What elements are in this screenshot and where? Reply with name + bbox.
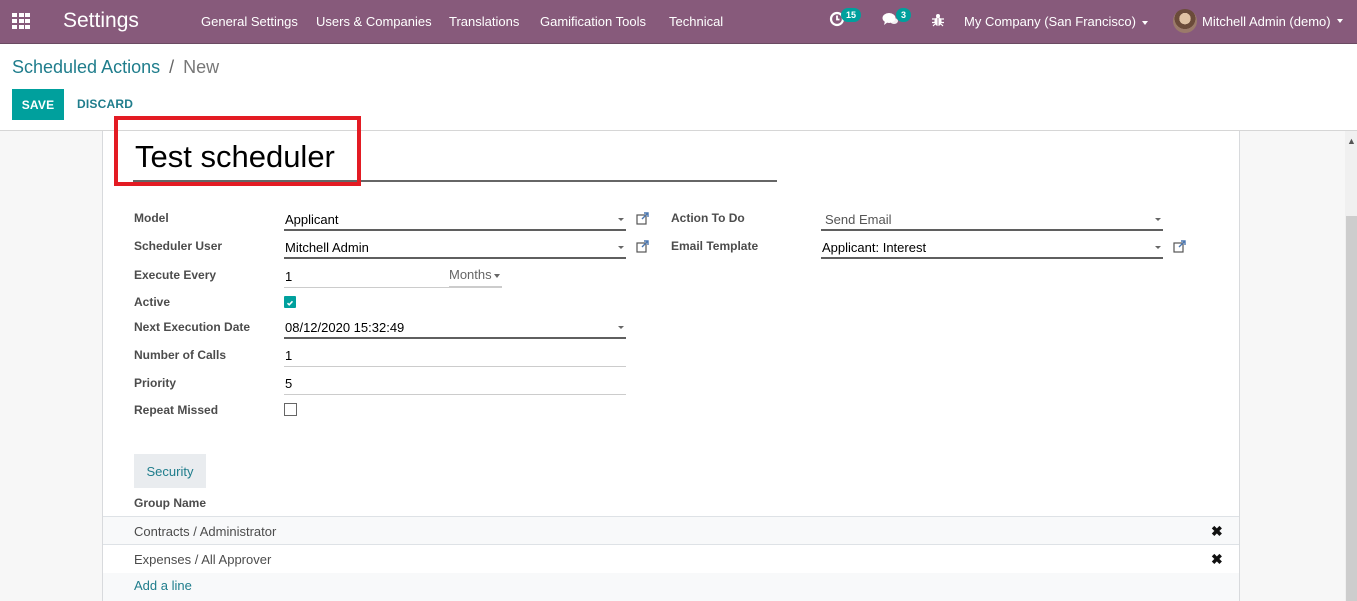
repeat-missed-label: Repeat Missed [134,403,219,417]
menu-users-companies[interactable]: Users & Companies [316,14,432,29]
breadcrumb-separator: / [169,57,175,77]
menu-gamification-tools[interactable]: Gamification Tools [540,14,646,29]
bug-icon [932,14,944,27]
discard-button[interactable]: DISCARD [77,97,133,111]
menu-translations[interactable]: Translations [449,14,519,29]
scheduler-user-label: Scheduler User [134,239,223,253]
app-title: Settings [63,9,139,32]
group-name-cell: Contracts / Administrator [134,524,277,539]
caret-down-icon [1336,19,1343,23]
name-input[interactable]: Test scheduler [133,138,777,182]
dropdown-caret-icon[interactable] [618,326,624,329]
user-avatar [1173,9,1197,33]
activity-count-badge: 15 [841,8,862,22]
number-of-calls-label: Number of Calls [134,348,227,362]
scrollbar-thumb[interactable] [1346,216,1357,601]
table-row[interactable]: Expenses / All Approver ✖ [103,545,1239,573]
tab-security[interactable]: Security [134,454,206,488]
breadcrumb: Scheduled Actions / New [12,57,219,78]
interval-number-field[interactable]: 1 [284,266,444,288]
email-template-label: Email Template [671,239,759,253]
interval-number-value: 1 [285,269,293,284]
action-to-do-select[interactable]: Send Email [821,209,1163,231]
delete-row-icon[interactable]: ✖ [1211,523,1223,540]
dropdown-caret-icon[interactable] [1155,218,1161,221]
caret-down-icon [493,273,500,278]
dropdown-caret-icon[interactable] [1155,246,1161,249]
number-of-calls-field[interactable]: 1 [284,345,626,367]
model-label: Model [134,211,169,225]
delete-row-icon[interactable]: ✖ [1211,551,1223,568]
interval-underline [284,287,502,288]
model-value: Applicant [285,212,339,227]
next-execution-date-field[interactable]: 08/12/2020 15:32:49 [284,317,626,339]
priority-value: 5 [285,376,293,391]
top-navbar: Settings General Settings Users & Compan… [0,0,1357,44]
add-line-row [103,573,1239,601]
breadcrumb-scheduled-actions[interactable]: Scheduled Actions [12,57,160,77]
next-execution-date-label: Next Execution Date [134,320,251,334]
action-to-do-value: Send Email [825,212,892,227]
user-menu[interactable]: Mitchell Admin (demo) [1173,9,1343,33]
apps-menu-icon[interactable] [12,13,30,29]
repeat-missed-checkbox[interactable] [284,403,297,416]
save-button[interactable]: SAVE [12,89,64,120]
menu-technical[interactable]: Technical [669,14,723,29]
next-execution-date-value: 08/12/2020 15:32:49 [285,320,405,335]
menu-general-settings[interactable]: General Settings [201,14,298,29]
scrollbar[interactable]: ▲ [1345,131,1357,601]
active-label: Active [134,295,171,309]
action-to-do-label: Action To Do [671,211,745,225]
table-row[interactable]: Contracts / Administrator ✖ [103,517,1239,545]
external-link-icon[interactable] [636,240,649,253]
dropdown-caret-icon[interactable] [618,218,624,221]
user-name: Mitchell Admin (demo) [1202,13,1331,29]
messaging-menu[interactable]: 3 [882,8,912,27]
priority-field[interactable]: 5 [284,373,626,395]
scheduler-user-field[interactable]: Mitchell Admin [284,237,626,259]
debug-menu[interactable] [932,13,944,27]
model-field[interactable]: Applicant [284,209,626,231]
scroll-up-icon[interactable]: ▲ [1347,136,1356,146]
breadcrumb-current: New [183,57,220,77]
priority-label: Priority [134,376,177,390]
number-of-calls-value: 1 [285,348,293,363]
active-checkbox[interactable] [284,296,296,308]
external-link-icon[interactable] [1173,240,1186,253]
execute-every-label: Execute Every [134,268,217,282]
company-switcher[interactable]: My Company (San Francisco) [964,14,1148,29]
column-header-group-name[interactable]: Group Name [134,496,206,510]
dropdown-caret-icon[interactable] [618,246,624,249]
external-link-icon[interactable] [636,212,649,225]
caret-down-icon [1141,20,1148,25]
interval-type-select[interactable]: Months [449,267,502,287]
email-template-value: Applicant: Interest [822,240,927,255]
interval-type-value: Months [449,267,492,282]
record-name: Test scheduler [135,139,335,174]
scheduler-user-value: Mitchell Admin [285,240,369,255]
group-name-cell: Expenses / All Approver [134,552,272,567]
message-count-badge: 3 [896,8,912,22]
checkmark-icon [286,300,294,306]
company-name: My Company (San Francisco) [964,14,1136,29]
email-template-field[interactable]: Applicant: Interest [821,237,1163,259]
activity-menu[interactable]: 15 [829,8,862,27]
add-a-line-link[interactable]: Add a line [134,578,192,593]
